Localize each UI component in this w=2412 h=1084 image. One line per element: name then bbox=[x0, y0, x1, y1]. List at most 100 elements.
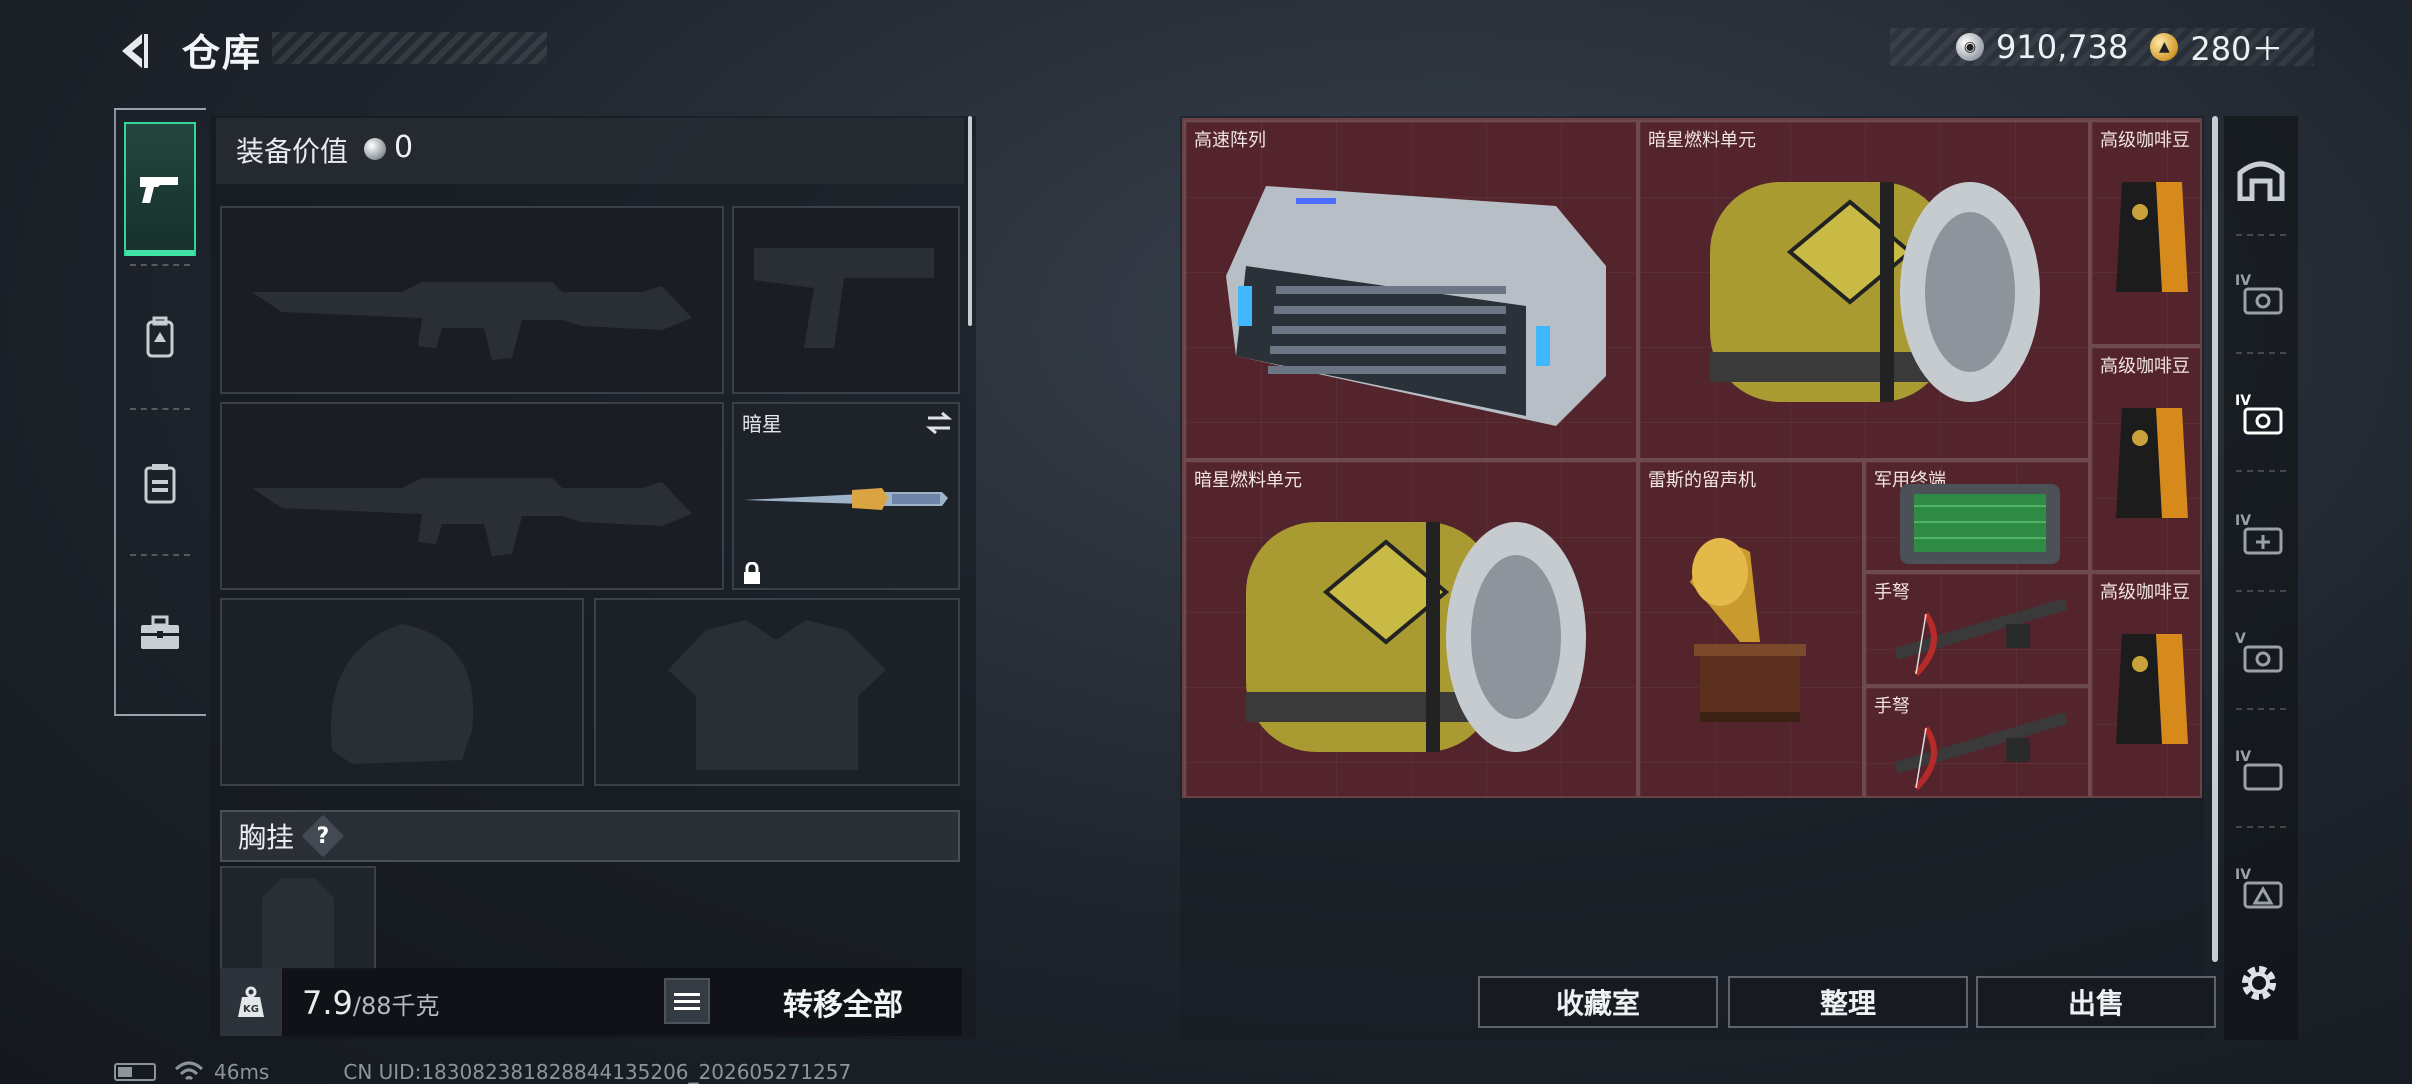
sidearm-slot[interactable] bbox=[732, 206, 960, 394]
server-array-item-image bbox=[1226, 186, 1606, 426]
item-name: 高级咖啡豆 bbox=[2100, 356, 2190, 377]
item-name: 暗星燃料单元 bbox=[1194, 470, 1302, 491]
gramophone-item-image bbox=[1690, 538, 1806, 722]
stash-item-gramophone[interactable]: 雷斯的留声机 bbox=[1638, 460, 1864, 796]
knife-item-image bbox=[744, 488, 948, 510]
collection-room-button[interactable]: 收藏室 bbox=[1478, 976, 1718, 1028]
stash-item-high-speed-array[interactable]: 高速阵列 bbox=[1184, 120, 1638, 460]
backpack-icon bbox=[146, 316, 174, 358]
nav-bracket-bottom bbox=[114, 712, 206, 716]
svg-text:IV: IV bbox=[2235, 393, 2251, 409]
svg-text:IV: IV bbox=[2235, 513, 2251, 529]
primary-weapon-slot-1[interactable] bbox=[220, 206, 724, 394]
nav-bracket-top bbox=[114, 108, 206, 112]
nav-item-backpack[interactable] bbox=[124, 270, 196, 404]
item-name: 暗星燃料单元 bbox=[1648, 130, 1756, 151]
stash-item-military-terminal[interactable]: 军用终端 bbox=[1864, 460, 2090, 572]
body-armor-slot[interactable] bbox=[594, 598, 960, 786]
currency-bar: ◉ 910,738 ▲ 280＋ bbox=[1890, 28, 2314, 68]
coffee-bag-item-image bbox=[2116, 634, 2188, 744]
battery-icon bbox=[114, 1063, 156, 1081]
rail-item-warehouse[interactable] bbox=[2228, 130, 2294, 226]
svg-text:IV: IV bbox=[2235, 749, 2251, 765]
coffee-bag-item-image bbox=[2116, 182, 2188, 292]
silver-coin-icon bbox=[364, 138, 386, 160]
list-view-button[interactable] bbox=[664, 978, 710, 1024]
nav-item-toolbox[interactable] bbox=[124, 566, 196, 700]
nav-item-vest[interactable] bbox=[124, 416, 196, 550]
rail-item-tier-iv-3[interactable]: IV bbox=[2228, 486, 2294, 582]
equipment-value-label: 装备价值 bbox=[236, 135, 349, 168]
help-icon[interactable]: ? bbox=[301, 814, 345, 858]
tier-iv-medical-icon: IV bbox=[2235, 513, 2283, 555]
item-name: 雷斯的留声机 bbox=[1648, 470, 1756, 491]
crossbow-item-image bbox=[1894, 598, 2068, 677]
coffee-bag-item-image bbox=[2116, 408, 2188, 518]
title-stripe-decoration bbox=[272, 32, 547, 64]
item-name: 高速阵列 bbox=[1194, 130, 1266, 151]
rail-separator bbox=[2236, 708, 2286, 710]
nav-rail-line bbox=[114, 110, 116, 714]
equipment-scrollbar[interactable] bbox=[968, 116, 972, 326]
toolbox-icon bbox=[141, 615, 179, 649]
rail-separator bbox=[2236, 470, 2286, 472]
tier-iv-device-icon: IV bbox=[2235, 393, 2283, 435]
sell-button[interactable]: 出售 bbox=[1976, 976, 2216, 1028]
rail-separator bbox=[2236, 234, 2286, 236]
tier-iv-container-icon: IV bbox=[2235, 749, 2283, 791]
tier-iv-camera-icon: IV bbox=[2235, 273, 2283, 315]
pistol-silhouette-icon bbox=[754, 248, 934, 348]
carry-weight-capacity: /88千克 bbox=[352, 992, 440, 1020]
page-title: 仓库 bbox=[182, 31, 263, 75]
stash-item-dark-star-fuel-cell[interactable]: 暗星燃料单元 bbox=[1638, 120, 2090, 460]
nav-separator bbox=[130, 264, 190, 266]
helmet-slot[interactable] bbox=[220, 598, 584, 786]
crossbow-item-image bbox=[1894, 712, 2068, 791]
rail-separator bbox=[2236, 590, 2286, 592]
equipment-value: 0 bbox=[394, 130, 414, 165]
stash-grid[interactable]: 高速阵列 暗星燃料单元 高级咖啡豆 高级咖啡豆 暗星燃料单元 雷斯的留声机 军用… bbox=[1182, 118, 2202, 798]
chest-rig-slot[interactable] bbox=[220, 866, 376, 970]
pistol-icon bbox=[140, 177, 178, 203]
stash-scrollbar[interactable] bbox=[2212, 116, 2218, 962]
nav-item-weapons[interactable] bbox=[124, 122, 196, 256]
rail-item-tier-iv-1[interactable]: IV bbox=[2228, 246, 2294, 342]
user-uid: CN UID:18308238182884413520​6_2026052712… bbox=[343, 1060, 852, 1084]
wifi-icon bbox=[174, 1061, 204, 1081]
swap-icon[interactable] bbox=[924, 410, 954, 436]
vest-icon bbox=[144, 464, 176, 504]
stash-item-hand-crossbow[interactable]: 手弩 bbox=[1864, 686, 2090, 796]
primary-weapon-slot-2[interactable] bbox=[220, 402, 724, 590]
stash-item-premium-coffee-beans[interactable]: 高级咖啡豆 bbox=[2090, 346, 2200, 572]
rifle-silhouette-icon bbox=[252, 478, 692, 556]
status-bar: 46ms CN UID:18308238182884413520​6_20260… bbox=[114, 1060, 851, 1084]
gold-coin-icon: ▲ bbox=[2150, 33, 2179, 61]
silver-balance: 910,738 bbox=[1996, 28, 2129, 66]
sort-button[interactable]: 整理 bbox=[1728, 976, 1968, 1028]
svg-text:KG: KG bbox=[243, 1004, 259, 1015]
nav-separator bbox=[130, 408, 190, 410]
stash-item-premium-coffee-beans[interactable]: 高级咖啡豆 bbox=[2090, 120, 2200, 346]
back-arrow-icon[interactable] bbox=[112, 28, 158, 74]
item-name: 高级咖啡豆 bbox=[2100, 130, 2190, 151]
stash-item-hand-crossbow[interactable]: 手弩 bbox=[1864, 572, 2090, 686]
carry-weight: 7.9/88千克 bbox=[302, 984, 440, 1022]
chest-rig-silhouette-icon bbox=[262, 878, 334, 968]
rail-item-tier-iv-5[interactable]: IV bbox=[2228, 840, 2294, 936]
chest-rig-label: 胸挂 bbox=[238, 821, 295, 854]
rail-item-tier-iv-4[interactable]: IV bbox=[2228, 722, 2294, 818]
rail-item-tier-iv-2[interactable]: IV bbox=[2228, 366, 2294, 462]
rail-item-tier-v[interactable]: V bbox=[2228, 604, 2294, 700]
svg-text:IV: IV bbox=[2235, 867, 2251, 883]
stash-item-premium-coffee-beans[interactable]: 高级咖啡豆 bbox=[2090, 572, 2200, 796]
gear-icon[interactable] bbox=[2234, 958, 2284, 1008]
fuel-cell-item-image bbox=[1710, 182, 2040, 402]
tier-iv-material-icon: IV bbox=[2235, 867, 2283, 909]
helmet-silhouette-icon bbox=[330, 624, 474, 764]
transfer-all-button[interactable]: 转移全部 bbox=[720, 968, 966, 1036]
gold-balance[interactable]: 280＋ bbox=[2190, 24, 2283, 70]
tier-v-tools-icon: V bbox=[2235, 631, 2283, 673]
rail-separator bbox=[2236, 826, 2286, 828]
melee-slot[interactable]: 暗星 bbox=[732, 402, 960, 590]
stash-item-dark-star-fuel-cell[interactable]: 暗星燃料单元 bbox=[1184, 460, 1638, 796]
